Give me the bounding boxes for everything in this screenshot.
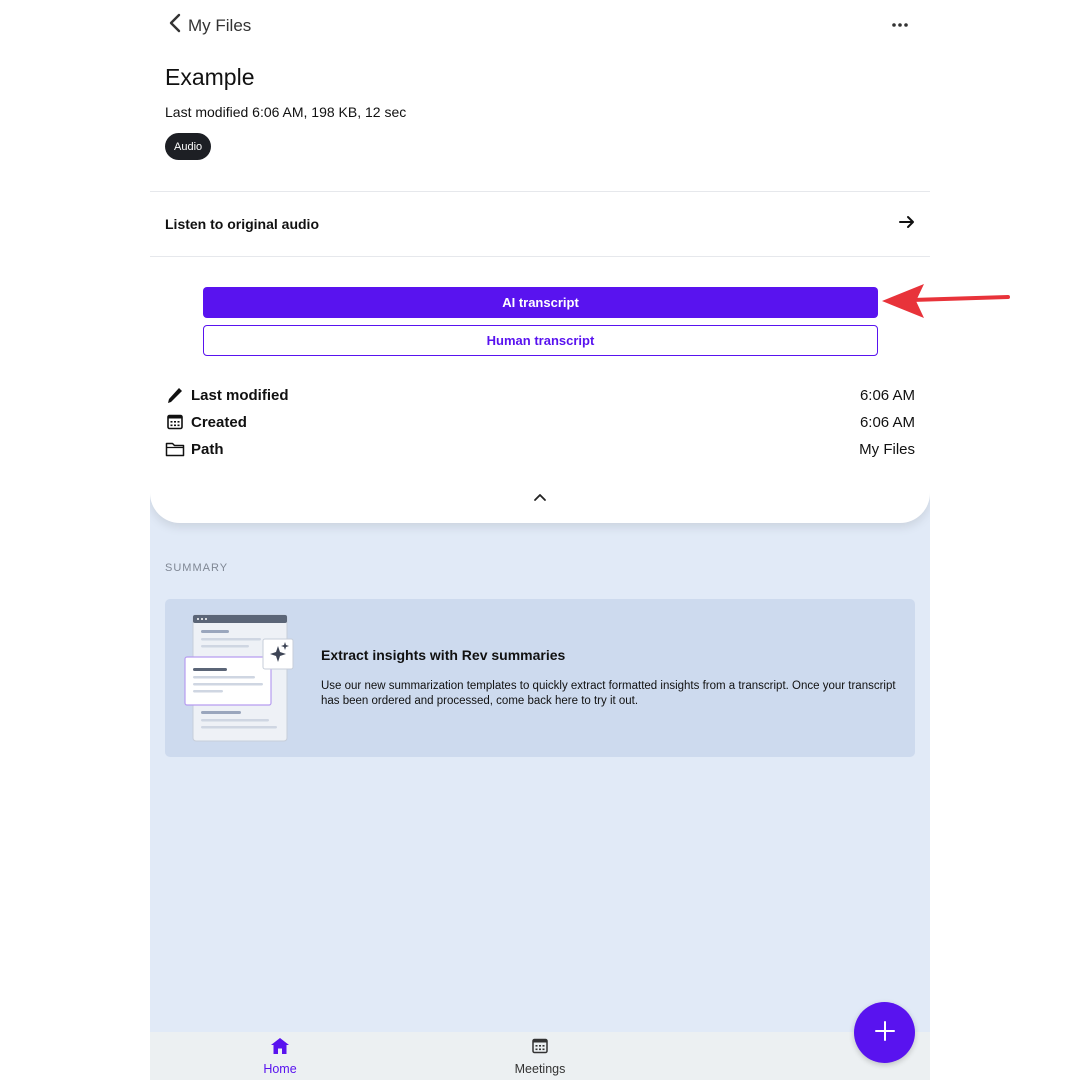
nav-item-label: Home [263, 1061, 297, 1076]
detail-key: Path [191, 440, 224, 458]
page-title: Example [165, 64, 255, 90]
detail-value: My Files [859, 440, 915, 458]
human-transcript-button[interactable]: Human transcript [203, 325, 878, 356]
back-button[interactable]: My Files [166, 12, 251, 39]
ai-transcript-button[interactable]: AI transcript [203, 287, 878, 318]
nav-item-home[interactable]: Home [220, 1032, 340, 1080]
summary-body: Use our new summarization templates to q… [321, 680, 896, 707]
folder-icon [165, 439, 185, 459]
file-meta: Last modified 6:06 AM, 198 KB, 12 sec [165, 104, 407, 120]
file-type-chip: Audio [165, 133, 212, 160]
detail-value: 6:06 AM [859, 386, 915, 404]
back-button-label: My Files [188, 15, 252, 35]
divider [150, 256, 930, 257]
home-icon [270, 1037, 290, 1060]
nav-item-label: Meetings [514, 1061, 566, 1076]
calendar-icon [165, 412, 185, 432]
detail-row-last-modified: Last modified 6:06 AM [165, 384, 915, 406]
pencil-icon [165, 385, 185, 405]
more-options-button[interactable] [884, 10, 916, 38]
chevron-up-icon [533, 489, 547, 507]
detail-value: 6:06 AM [859, 413, 915, 431]
annotation-arrow-icon [876, 278, 1012, 322]
summary-section-label: SUMMARY [165, 562, 229, 574]
listen-original-audio-label: Listen to original audio [165, 216, 319, 232]
nav-item-meetings[interactable]: Meetings [480, 1032, 600, 1080]
plus-icon [874, 1020, 896, 1045]
detail-row-created: Created 6:06 AM [165, 411, 915, 433]
detail-row-path: Path My Files [165, 438, 915, 460]
bottom-nav: Home Meetings [150, 1032, 930, 1080]
listen-original-audio-row[interactable]: Listen to original audio [150, 192, 930, 256]
summary-card: Extract insights with Rev summaries Use … [165, 599, 915, 757]
calendar-icon [531, 1037, 549, 1060]
summary-title: Extract insights with Rev summaries [321, 647, 566, 663]
chevron-left-icon [166, 12, 184, 39]
summary-illustration [183, 613, 295, 743]
detail-key: Created [191, 413, 247, 431]
add-button[interactable] [854, 1002, 915, 1063]
arrow-right-icon [898, 214, 916, 235]
collapse-button[interactable] [528, 488, 552, 508]
detail-key: Last modified [191, 386, 289, 404]
more-horizontal-icon [891, 15, 909, 33]
app-window: My Files Example Last modified 6:06 AM, … [150, 0, 930, 1080]
file-details-card: My Files Example Last modified 6:06 AM, … [150, 0, 930, 523]
